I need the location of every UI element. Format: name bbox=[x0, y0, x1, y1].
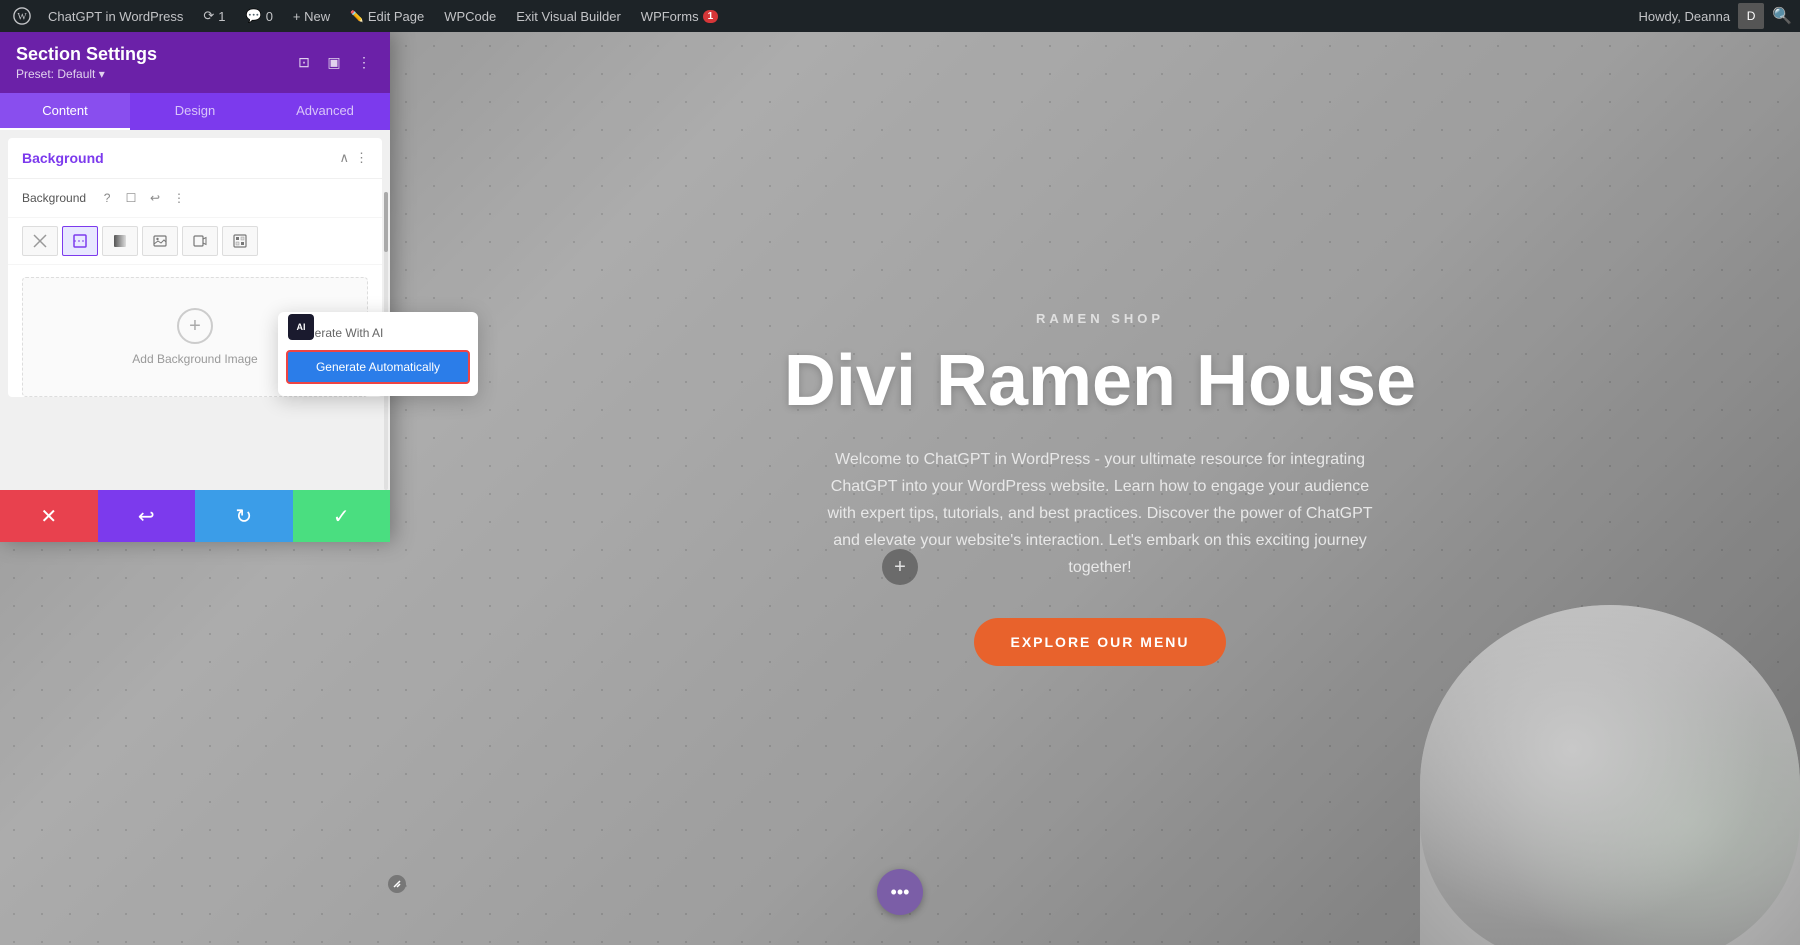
resize-handle[interactable] bbox=[388, 875, 406, 893]
panel-header: Section Settings Preset: Default ▾ ⊡ ▣ ⋮ bbox=[0, 32, 390, 93]
explore-menu-button[interactable]: EXPLORE OUR MENU bbox=[974, 618, 1225, 666]
generate-automatically-button[interactable]: Generate Automatically bbox=[286, 350, 470, 384]
tab-design[interactable]: Design bbox=[130, 93, 260, 130]
bg-type-video[interactable] bbox=[182, 226, 218, 256]
tab-content[interactable]: Content bbox=[0, 93, 130, 130]
wpforms-button[interactable]: WPForms 1 bbox=[633, 0, 726, 32]
device-icon[interactable]: ☐ bbox=[122, 189, 140, 207]
update-count[interactable]: ⟳ 1 bbox=[195, 0, 233, 32]
settings-panel: Section Settings Preset: Default ▾ ⊡ ▣ ⋮… bbox=[0, 32, 390, 542]
bg-type-mask[interactable] bbox=[222, 226, 258, 256]
more-options-icon[interactable]: ⋮ bbox=[354, 53, 374, 73]
hero-content: RAMEN SHOP Divi Ramen House Welcome to C… bbox=[400, 32, 1800, 945]
bg-type-color[interactable] bbox=[62, 226, 98, 256]
section-more-icon[interactable]: ⋮ bbox=[355, 150, 368, 166]
background-type-tabs bbox=[8, 218, 382, 265]
search-icon[interactable]: 🔍 bbox=[1772, 6, 1792, 26]
user-label[interactable]: Howdy, Deanna bbox=[1639, 9, 1731, 24]
panel-title-area: Section Settings Preset: Default ▾ bbox=[16, 44, 157, 81]
panel-preset[interactable]: Preset: Default ▾ bbox=[16, 67, 157, 81]
wpcode-button[interactable]: WPCode bbox=[436, 0, 504, 32]
fab-menu-button[interactable]: ••• bbox=[877, 869, 923, 915]
direction-icon[interactable]: ↩ bbox=[146, 189, 164, 207]
bg-type-none[interactable] bbox=[22, 226, 58, 256]
cancel-button[interactable]: ✕ bbox=[0, 490, 98, 542]
page-wrapper: RAMEN SHOP Divi Ramen House Welcome to C… bbox=[0, 32, 1800, 945]
tab-advanced[interactable]: Advanced bbox=[260, 93, 390, 130]
layout-icon[interactable]: ▣ bbox=[324, 53, 344, 73]
user-avatar[interactable]: D bbox=[1738, 3, 1764, 29]
admin-bar-left: W ChatGPT in WordPress ⟳ 1 💬 0 + New ✏️ … bbox=[8, 0, 1639, 32]
control-more-icon[interactable]: ⋮ bbox=[170, 189, 188, 207]
svg-text:W: W bbox=[17, 12, 27, 23]
ai-badge: AI bbox=[288, 314, 314, 340]
background-section-icons: ∧ ⋮ bbox=[339, 150, 368, 166]
background-section-header: Background ∧ ⋮ bbox=[8, 138, 382, 179]
save-button[interactable]: ✓ bbox=[293, 490, 391, 542]
admin-bar: W ChatGPT in WordPress ⟳ 1 💬 0 + New ✏️ … bbox=[0, 0, 1800, 32]
help-icon[interactable]: ? bbox=[98, 189, 116, 207]
hero-subtitle: RAMEN SHOP bbox=[1036, 311, 1164, 326]
new-button[interactable]: + New bbox=[285, 0, 338, 32]
background-control-row: Background ? ☐ ↩ ⋮ bbox=[8, 179, 382, 218]
redo-button[interactable]: ↻ bbox=[195, 490, 293, 542]
panel-tabs: Content Design Advanced bbox=[0, 93, 390, 130]
admin-bar-right: Howdy, Deanna D 🔍 bbox=[1639, 3, 1792, 29]
edit-page-button[interactable]: ✏️ Edit Page bbox=[342, 0, 432, 32]
comment-count[interactable]: 💬 0 bbox=[238, 0, 281, 32]
hero-title: Divi Ramen House bbox=[784, 342, 1416, 421]
exit-builder-button[interactable]: Exit Visual Builder bbox=[508, 0, 629, 32]
wp-logo-icon[interactable]: W bbox=[8, 2, 36, 30]
add-background-image-label: Add Background Image bbox=[132, 352, 257, 366]
background-section-title: Background bbox=[22, 150, 104, 166]
add-row-button[interactable]: + bbox=[882, 549, 918, 585]
collapse-icon[interactable]: ∧ bbox=[339, 150, 349, 166]
panel-title: Section Settings bbox=[16, 44, 157, 65]
panel-header-icons: ⊡ ▣ ⋮ bbox=[294, 53, 374, 73]
bg-image-add-content: + Add Background Image bbox=[132, 308, 257, 366]
background-control-icons: ? ☐ ↩ ⋮ bbox=[98, 189, 188, 207]
undo-button[interactable]: ↩ bbox=[98, 490, 196, 542]
bottom-action-bar: ✕ ↩ ↻ ✓ bbox=[0, 490, 390, 542]
add-image-plus-icon: + bbox=[177, 308, 213, 344]
fullscreen-icon[interactable]: ⊡ bbox=[294, 53, 314, 73]
scrollbar-thumb[interactable] bbox=[384, 192, 388, 252]
bg-type-gradient[interactable] bbox=[102, 226, 138, 256]
bg-type-image[interactable] bbox=[142, 226, 178, 256]
background-label: Background bbox=[22, 191, 86, 205]
site-name[interactable]: ChatGPT in WordPress bbox=[40, 0, 191, 32]
